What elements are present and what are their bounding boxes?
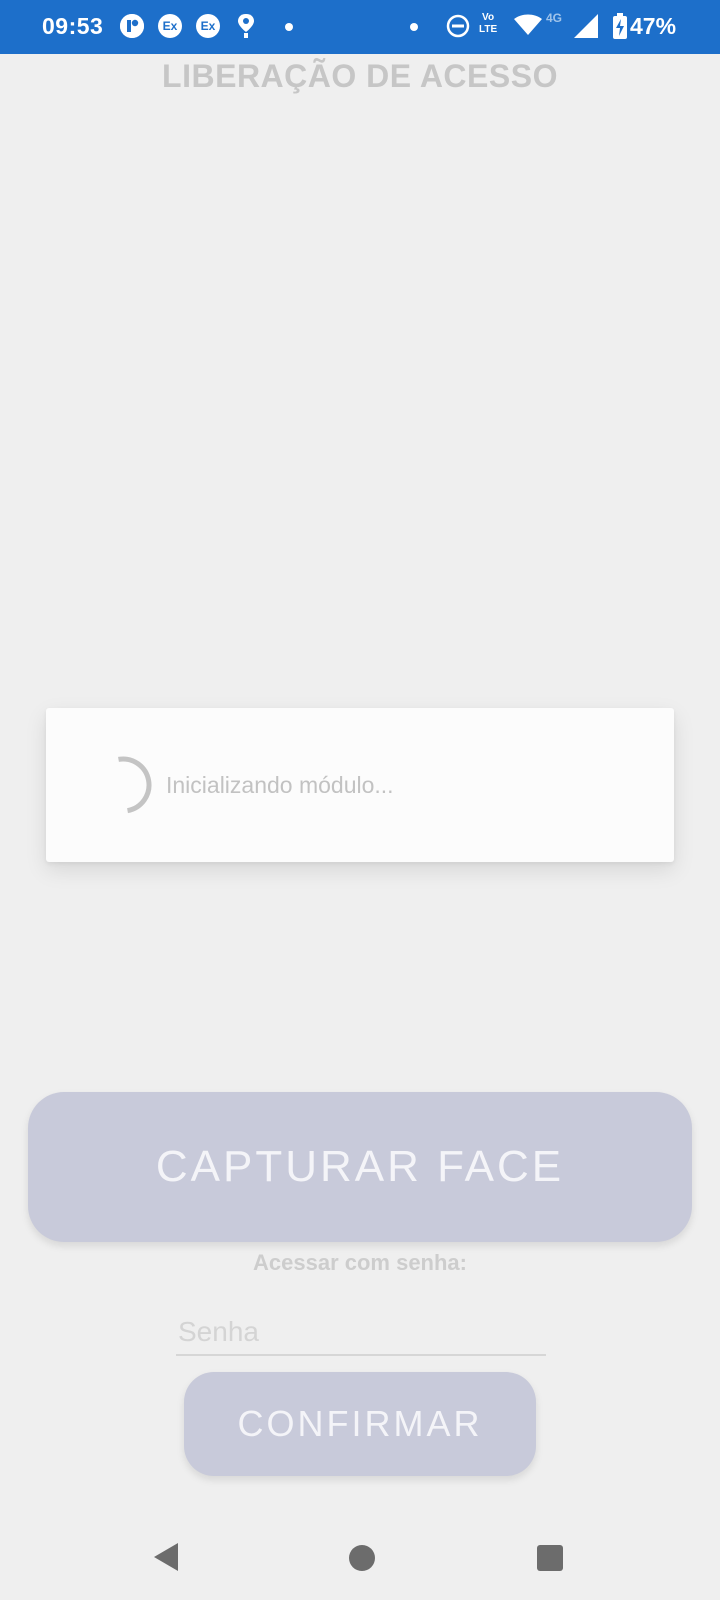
- status-bar: 09:53 Ex Ex Vo LTE 4G 47%: [0, 0, 720, 54]
- notification-app-icon: [120, 14, 144, 38]
- battery-percent: 47%: [630, 13, 677, 39]
- password-access-label: Acessar com senha:: [253, 1250, 467, 1275]
- loading-message: Inicializando módulo...: [166, 772, 394, 798]
- dot-icon: [410, 23, 418, 31]
- volte-icon: Vo LTE: [479, 12, 497, 36]
- network-type: 4G: [546, 11, 563, 25]
- password-input[interactable]: [176, 1310, 546, 1356]
- status-time: 09:53: [42, 13, 104, 39]
- loading-dialog: Inicializando módulo...: [46, 708, 674, 862]
- battery-charging-icon: [613, 13, 627, 44]
- do-not-disturb-icon: [446, 14, 470, 43]
- location-icon: [236, 12, 256, 45]
- capture-face-button[interactable]: CAPTURAR FACE: [28, 1092, 692, 1242]
- wifi-icon: [514, 14, 542, 41]
- volte-label-top: Vo: [482, 12, 495, 23]
- home-icon[interactable]: [349, 1545, 375, 1571]
- dot-icon: [285, 23, 293, 31]
- ex-icon: Ex: [158, 14, 182, 38]
- page-title: LIBERAÇÃO DE ACESSO: [162, 58, 558, 94]
- confirm-button[interactable]: CONFIRMAR: [184, 1372, 536, 1476]
- loading-spinner-icon: [118, 756, 152, 814]
- back-icon[interactable]: [152, 1542, 180, 1577]
- signal-icon: [574, 14, 598, 43]
- recents-icon[interactable]: [537, 1545, 563, 1571]
- volte-label-bottom: LTE: [479, 24, 498, 35]
- ex-icon: Ex: [196, 14, 220, 38]
